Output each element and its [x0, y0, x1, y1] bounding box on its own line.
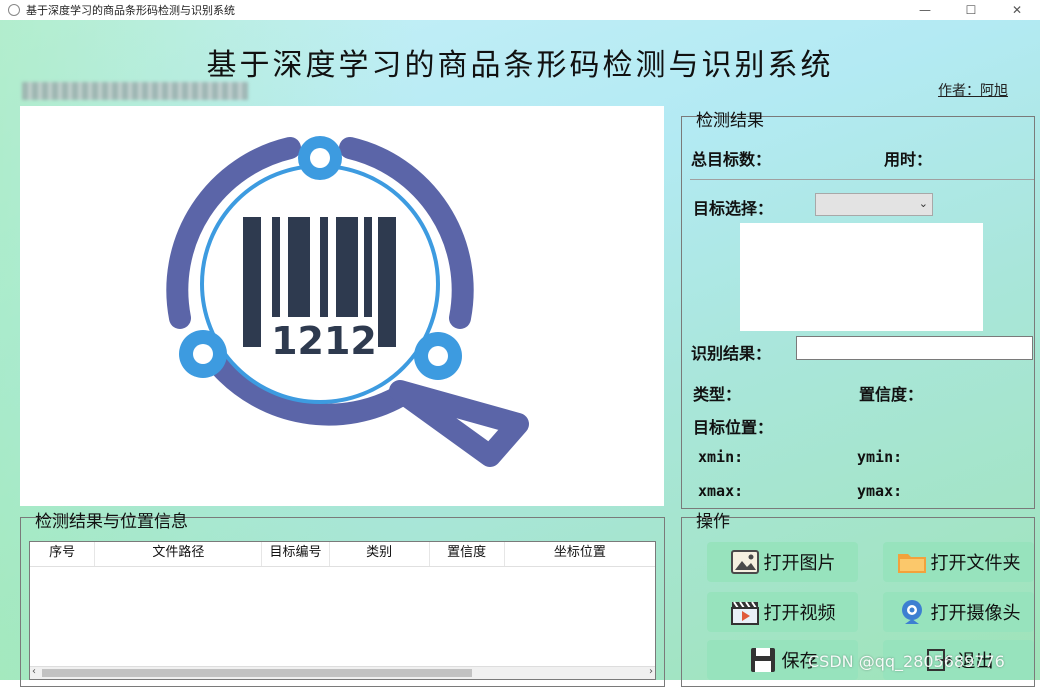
blurred-text — [22, 82, 248, 100]
result-info-title: 检测结果与位置信息 — [35, 512, 188, 532]
open-video-label: 打开视频 — [763, 603, 836, 624]
scroll-left-icon[interactable]: ‹ — [32, 666, 36, 677]
detection-result-title: 检测结果 — [696, 111, 764, 131]
target-crop-preview — [740, 223, 983, 331]
chevron-down-icon: ⌄ — [918, 197, 928, 210]
col-file-path[interactable]: 文件路径 — [95, 542, 263, 566]
close-button[interactable]: ✕ — [994, 0, 1040, 20]
webcam-icon — [897, 598, 927, 626]
barcode-logo-icon: 1212 — [166, 136, 529, 467]
operations-title: 操作 — [696, 512, 730, 532]
ymin-label: ymin: — [857, 448, 903, 466]
maximize-button[interactable]: ☐ — [948, 0, 994, 20]
app-icon — [8, 4, 20, 16]
table-header: 序号 文件路径 目标编号 类别 置信度 坐标位置 — [30, 542, 655, 567]
open-image-button[interactable]: 打开图片 — [707, 542, 858, 582]
logo-digits: 1212 — [271, 319, 377, 363]
open-camera-button[interactable]: 打开摄像头 — [883, 592, 1034, 632]
watermark-tail: 89776 — [953, 652, 1005, 671]
total-targets-label: 总目标数： — [691, 150, 772, 169]
col-class[interactable]: 类别 — [330, 542, 430, 566]
image-icon — [730, 548, 760, 576]
col-coordinates[interactable]: 坐标位置 — [505, 542, 655, 566]
open-image-label: 打开图片 — [763, 553, 836, 574]
page-title: 基于深度学习的商品条形码检测与识别系统 — [206, 48, 834, 83]
scroll-right-icon[interactable]: › — [649, 666, 653, 677]
horizontal-scrollbar[interactable]: ‹ › — [30, 666, 655, 679]
open-folder-label: 打开文件夹 — [930, 553, 1021, 574]
image-display: 1212 — [20, 106, 664, 506]
window-title: 基于深度学习的商品条形码检测与识别系统 — [26, 4, 235, 17]
minimize-button[interactable]: — — [902, 0, 948, 20]
col-target-id[interactable]: 目标编号 — [262, 542, 330, 566]
col-confidence[interactable]: 置信度 — [430, 542, 505, 566]
target-select-dropdown[interactable]: ⌄ — [815, 193, 933, 216]
target-position-label: 目标位置： — [693, 418, 774, 437]
open-camera-label: 打开摄像头 — [930, 603, 1021, 624]
elapsed-time-label: 用时： — [884, 150, 933, 169]
target-select-label: 目标选择： — [693, 199, 774, 218]
divider — [690, 179, 1034, 180]
scrollbar-thumb[interactable] — [42, 669, 472, 677]
window-titlebar: 基于深度学习的商品条形码检测与识别系统 — ☐ ✕ — [0, 0, 1040, 20]
col-index[interactable]: 序号 — [30, 542, 96, 566]
confidence-label: 置信度： — [859, 385, 924, 404]
video-icon — [730, 598, 760, 626]
author-label: 作者：阿旭 — [938, 83, 1008, 99]
recognition-result-field[interactable] — [796, 336, 1033, 360]
ymax-label: ymax: — [857, 482, 903, 500]
open-folder-button[interactable]: 打开文件夹 — [883, 542, 1034, 582]
csdn-watermark: CSDN @qq_2805689776 — [808, 652, 1005, 671]
xmax-label: xmax: — [698, 482, 744, 500]
app-window: 基于深度学习的商品条形码检测与识别系统 作者：阿旭 1212 检测结果 总目标数… — [0, 20, 1040, 687]
type-label: 类型： — [693, 385, 742, 404]
save-icon — [748, 646, 778, 674]
open-video-button[interactable]: 打开视频 — [707, 592, 858, 632]
folder-icon — [897, 548, 927, 576]
watermark-text: CSDN @qq_28056 — [808, 652, 954, 671]
recognition-result-label: 识别结果： — [691, 344, 772, 363]
result-table[interactable]: 序号 文件路径 目标编号 类别 置信度 坐标位置 ‹ › — [29, 541, 656, 680]
xmin-label: xmin: — [698, 448, 744, 466]
